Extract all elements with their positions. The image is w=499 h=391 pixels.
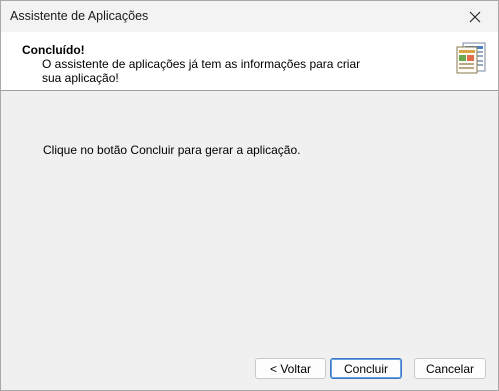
close-icon xyxy=(469,11,481,22)
window-title: Assistente de Aplicações xyxy=(10,9,149,23)
header-description: O assistente de aplicações já tem as inf… xyxy=(42,57,361,85)
title-bar[interactable]: Assistente de Aplicações xyxy=(1,1,498,32)
instruction-text: Clique no botão Concluir para gerar a ap… xyxy=(43,143,301,157)
cancel-button[interactable]: Cancelar xyxy=(414,358,486,379)
close-button[interactable] xyxy=(452,1,498,32)
back-button[interactable]: < Voltar xyxy=(255,358,326,379)
wizard-header: Concluído! O assistente de aplicações já… xyxy=(1,32,498,91)
wizard-window: Assistente de Aplicações Concluído! O as… xyxy=(0,0,499,391)
wizard-forms-icon xyxy=(456,42,486,74)
header-title: Concluído! xyxy=(22,43,85,57)
finish-button[interactable]: Concluir xyxy=(330,358,402,379)
